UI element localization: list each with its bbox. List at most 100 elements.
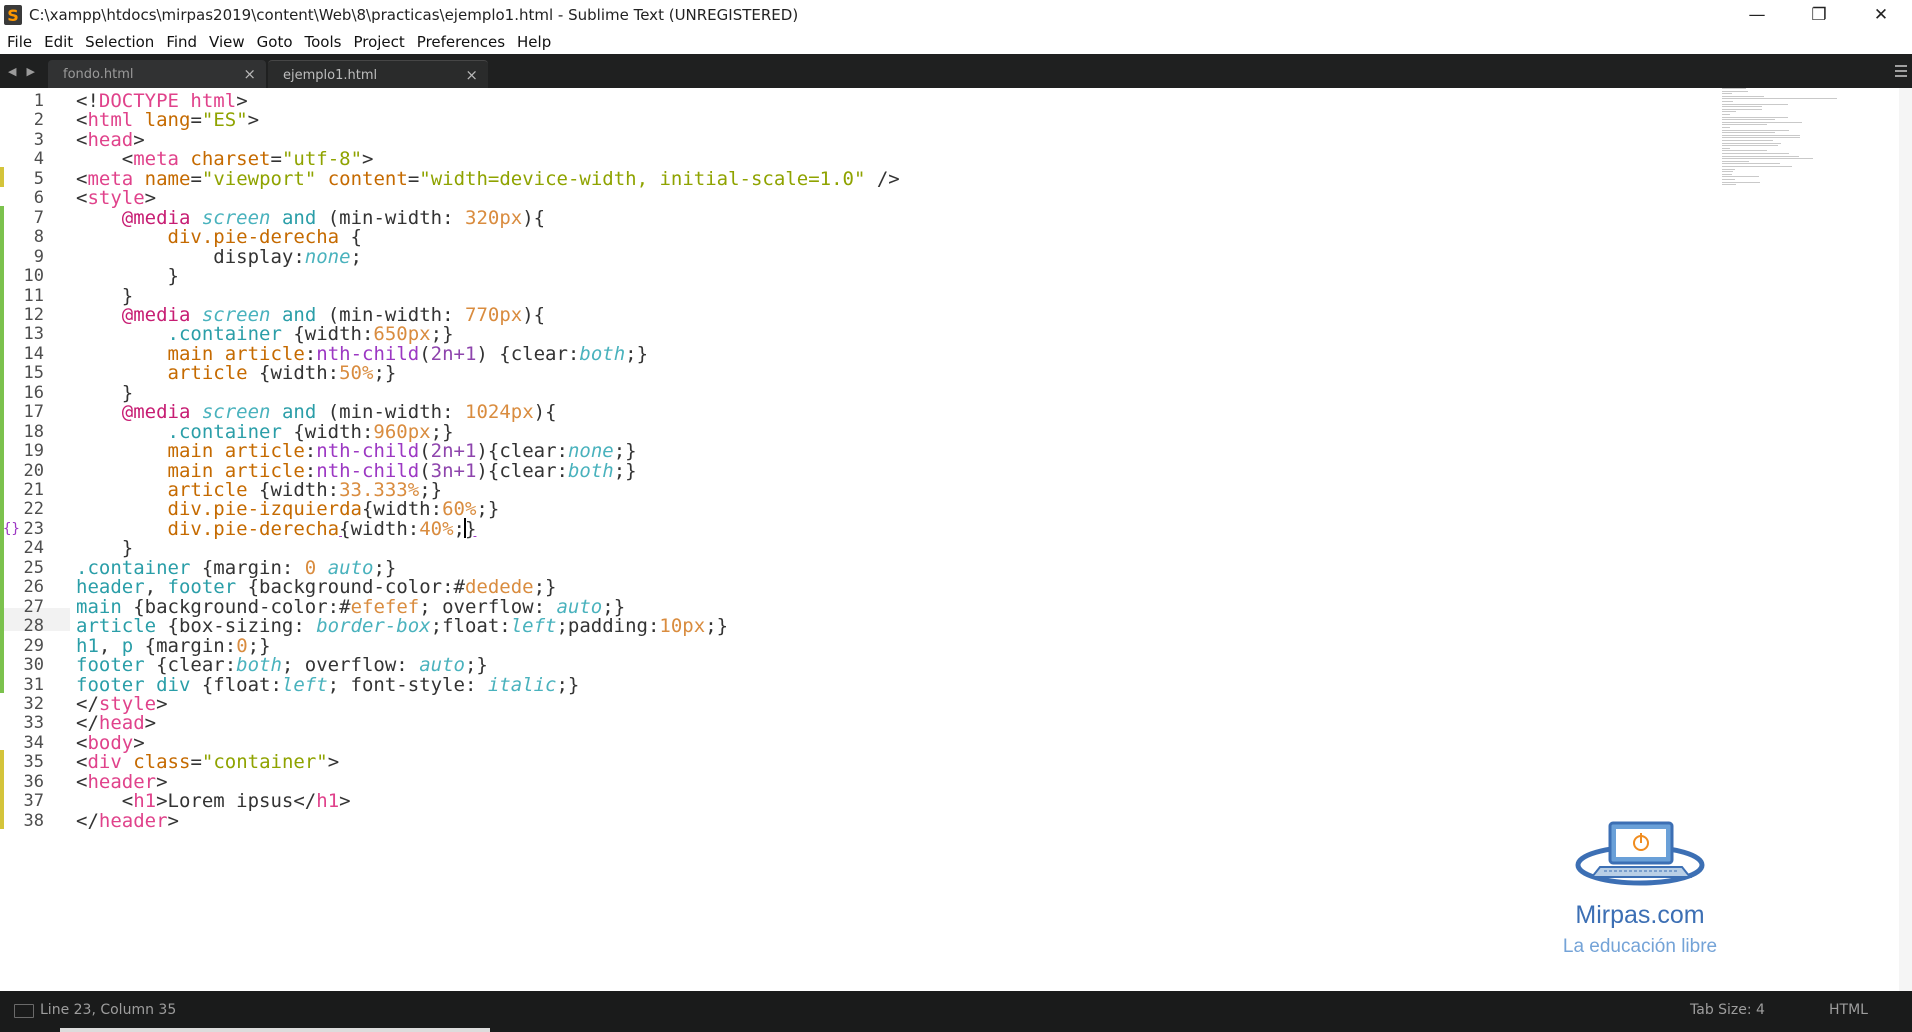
minimap-line xyxy=(1722,129,1790,131)
minimap-line xyxy=(1722,98,1838,100)
diff-marker xyxy=(0,458,4,479)
minimap-line xyxy=(1722,176,1759,178)
minimap-line xyxy=(1722,119,1775,121)
code-token: article xyxy=(167,362,248,385)
watermark-title: Mirpas.com xyxy=(1575,901,1705,929)
code-token: ){ xyxy=(522,206,546,229)
minimap-line xyxy=(1722,90,1748,92)
code-line: <meta name="viewport" content="width=dev… xyxy=(76,167,900,191)
menu-selection[interactable]: Selection xyxy=(79,30,160,54)
tab-close-icon[interactable]: × xyxy=(243,65,256,83)
minimap-line xyxy=(1722,121,1802,123)
code-token: italic xyxy=(487,673,557,696)
code-token: {width: xyxy=(247,362,340,385)
minimap-line xyxy=(1722,93,1732,95)
code-token: 1024px xyxy=(465,401,534,424)
menu-preferences[interactable]: Preferences xyxy=(411,30,511,54)
code-token: 50% xyxy=(339,362,374,385)
menu-view[interactable]: View xyxy=(203,30,251,54)
diff-marker xyxy=(0,633,4,655)
minimap-line xyxy=(1722,106,1762,108)
diff-marker xyxy=(0,244,4,266)
code-token: 2n+1 xyxy=(430,342,477,365)
code-token: left xyxy=(281,673,328,696)
code-token: ;} xyxy=(625,342,649,365)
tab-list-icon[interactable] xyxy=(1895,62,1907,80)
laptop-power-icon xyxy=(1570,813,1710,893)
code-token: >Lorem ipsus</ xyxy=(156,790,317,813)
code-token: > xyxy=(327,751,340,774)
code-token: border-box xyxy=(316,615,431,638)
menu-file[interactable]: File xyxy=(0,30,38,54)
minimap-line xyxy=(1722,150,1767,152)
line-number: 38 xyxy=(23,810,44,831)
code-token: ;} xyxy=(556,673,580,696)
code-token: > xyxy=(247,109,260,132)
code-token: 40% xyxy=(419,517,454,540)
code-token: > xyxy=(156,692,168,715)
code-token: both xyxy=(579,342,626,365)
panel-toggle-icon[interactable] xyxy=(14,1004,34,1018)
diff-marker xyxy=(0,380,4,402)
code-token: ;} xyxy=(476,498,500,521)
tab-fondo[interactable]: fondo.html × xyxy=(48,60,266,88)
diff-marker xyxy=(0,769,4,791)
code-token: ;} xyxy=(373,362,397,385)
menu-help[interactable]: Help xyxy=(511,30,557,54)
tab-bar: ◀ ▶ fondo.html × ejemplo1.html × xyxy=(0,54,1912,89)
diff-marker xyxy=(0,672,4,693)
code-editor[interactable]: 1 2 3 4 5 6 7 8 9 10 11 12 13 14 15 16 17 18 19 20 21 22 23 24 2… xyxy=(0,88,1912,991)
minimap-line xyxy=(1722,158,1814,160)
diff-marker xyxy=(0,302,4,324)
tab-ejemplo1[interactable]: ejemplo1.html × xyxy=(268,60,488,89)
code-token: h1 xyxy=(316,790,340,813)
code-token: ){ xyxy=(522,303,546,326)
watermark-subtitle: La educación libre xyxy=(1562,936,1718,957)
close-window-button[interactable]: ✕ xyxy=(1850,0,1912,30)
restore-button[interactable]: ❐ xyxy=(1788,0,1850,30)
minimap-line xyxy=(1722,173,1732,175)
menu-tools[interactable]: Tools xyxy=(299,30,348,54)
minimap-line xyxy=(1722,142,1782,144)
window-title: C:\xampp\htdocs\mirpas2019\content\Web\8… xyxy=(29,6,799,24)
menu-edit[interactable]: Edit xyxy=(38,30,79,54)
minimap-line xyxy=(1722,124,1767,126)
watermark: Mirpas.com La educación libre xyxy=(1540,813,1740,957)
vertical-scrollbar[interactable] xyxy=(1899,88,1912,991)
code-token: content xyxy=(327,167,408,190)
menu-find[interactable]: Find xyxy=(160,30,203,54)
diff-marker xyxy=(0,653,4,674)
diff-marker xyxy=(0,322,4,343)
status-highlight-strip xyxy=(60,1028,490,1032)
menu-bar: File Edit Selection Find View Goto Tools… xyxy=(0,30,1912,54)
diff-marker xyxy=(0,614,4,635)
diff-marker xyxy=(0,225,4,246)
minimap-line xyxy=(1722,140,1774,141)
tab-prev-icon[interactable]: ◀ xyxy=(8,65,16,78)
minimize-button[interactable]: — xyxy=(1726,0,1788,30)
diff-marker xyxy=(0,205,4,227)
minimap-line xyxy=(1722,101,1734,102)
code-token: } xyxy=(464,517,477,540)
minimap-line xyxy=(1722,111,1737,113)
tab-size-indicator[interactable]: Tab Size: 4 xyxy=(1690,1002,1765,1018)
minimap-line xyxy=(1722,145,1778,147)
code-token: ) xyxy=(476,459,488,482)
minimap[interactable] xyxy=(1722,88,1897,308)
menu-goto[interactable]: Goto xyxy=(251,30,299,54)
tab-next-icon[interactable]: ▶ xyxy=(26,65,34,78)
menu-project[interactable]: Project xyxy=(347,30,410,54)
minimap-line xyxy=(1722,155,1799,157)
code-token: ;float: xyxy=(430,615,511,638)
tab-close-icon[interactable]: × xyxy=(465,66,478,84)
syntax-indicator[interactable]: HTML xyxy=(1829,1002,1868,1018)
tab-label: fondo.html xyxy=(63,66,134,82)
tab-label: ejemplo1.html xyxy=(283,67,378,83)
minimap-line xyxy=(1722,116,1788,118)
line-gutter: 1 2 3 4 5 6 7 8 9 10 11 12 13 14 15 16 17 18 19 20 21 22 23 24 2… xyxy=(0,88,58,991)
title-bar: S C:\xampp\htdocs\mirpas2019\content\Web… xyxy=(0,0,1912,30)
minimap-line xyxy=(1722,114,1730,115)
code-token: ;padding: xyxy=(556,615,660,638)
sublime-logo-icon: S xyxy=(4,5,22,25)
minimap-line xyxy=(1722,132,1775,134)
